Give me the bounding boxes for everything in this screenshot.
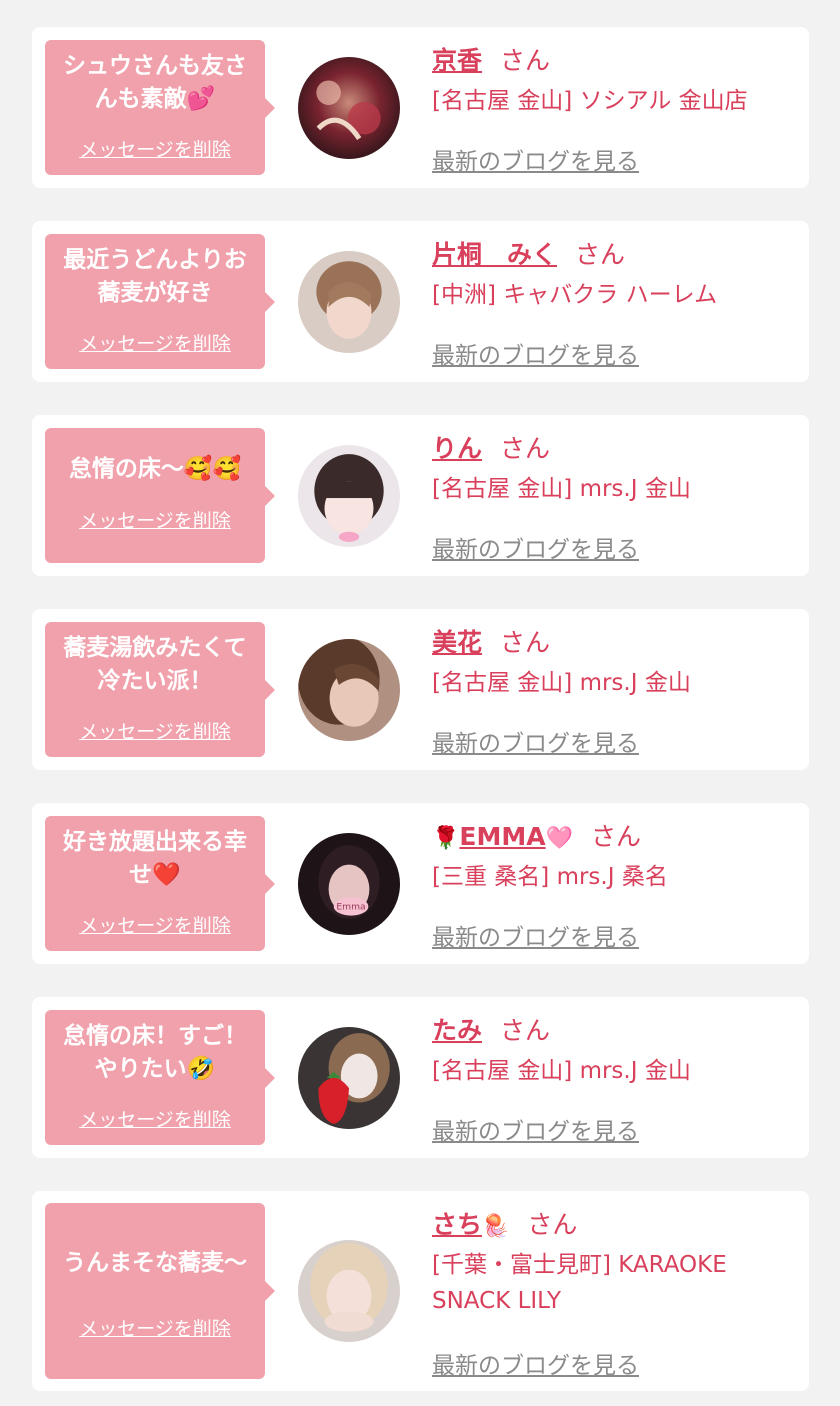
message-card: 怠惰の床！すご！やりたい🤣 メッセージを削除 たみ さん [名古屋 金山] mrs… xyxy=(32,997,809,1158)
latest-blog-link[interactable]: 最新のブログを見る xyxy=(432,724,639,758)
delete-message-link[interactable]: メッセージを削除 xyxy=(45,506,265,533)
message-card: シュウさんも友さんも素敵💕 メッセージを削除 京香 さん [名古屋 金山] ソシア… xyxy=(32,27,809,188)
latest-blog-link[interactable]: 最新のブログを見る xyxy=(432,336,639,370)
delete-message-link[interactable]: メッセージを削除 xyxy=(45,717,265,744)
cast-name: 片桐 みく xyxy=(432,240,558,269)
cast-name-link[interactable]: 美花 xyxy=(432,628,482,657)
latest-blog-link[interactable]: 最新のブログを見る xyxy=(432,530,639,564)
message-text: シュウさんも友さんも素敵💕 xyxy=(63,53,247,112)
message-card: 蕎麦湯飲みたくて冷たい派！ メッセージを削除 美花 さん [名古屋 金山] mrs… xyxy=(32,609,809,770)
message-bubble: 怠惰の床！すご！やりたい🤣 メッセージを削除 xyxy=(45,1010,275,1145)
honorific: さん xyxy=(500,46,551,75)
avatar-caption: Emma xyxy=(336,902,365,913)
shop-name: [千葉・富士見町] KARAOKE SNACK LILY xyxy=(432,1252,727,1314)
message-text: 怠惰の床〜🥰🥰 xyxy=(68,456,242,482)
latest-blog-link[interactable]: 最新のブログを見る xyxy=(432,1346,639,1380)
message-bubble: うんまそな蕎麦〜 メッセージを削除 xyxy=(45,1203,275,1379)
avatar[interactable] xyxy=(298,639,400,741)
shop-name: [三重 桑名] mrs.J 桑名 xyxy=(432,864,668,890)
message-card: 最近うどんよりお蕎麦が好き メッセージを削除 片桐 みく さん [中洲] キャバク… xyxy=(32,221,809,382)
pink-heart-icon: 🩷 xyxy=(545,826,573,851)
cast-name-link[interactable]: 京香 xyxy=(432,46,482,75)
message-bubble: 蕎麦湯飲みたくて冷たい派！ メッセージを削除 xyxy=(45,622,275,757)
latest-blog-link[interactable]: 最新のブログを見る xyxy=(432,918,639,952)
message-bubble: 最近うどんよりお蕎麦が好き メッセージを削除 xyxy=(45,234,275,369)
delete-message-link[interactable]: メッセージを削除 xyxy=(45,135,265,162)
avatar[interactable] xyxy=(298,1027,400,1129)
honorific: さん xyxy=(500,1016,551,1045)
jellyfish-icon: 🪼 xyxy=(482,1214,510,1239)
cast-name-link[interactable]: 片桐 みく xyxy=(432,240,557,269)
cast-name: たみ xyxy=(432,1016,483,1045)
shop-name: [中洲] キャバクラ ハーレム xyxy=(432,282,718,308)
cast-name: さち xyxy=(432,1210,483,1239)
delete-message-link[interactable]: メッセージを削除 xyxy=(45,1314,265,1341)
honorific: さん xyxy=(591,822,642,851)
avatar[interactable] xyxy=(298,251,400,353)
delete-message-link[interactable]: メッセージを削除 xyxy=(45,1105,265,1132)
message-bubble: 好き放題出来る幸せ❤️ メッセージを削除 xyxy=(45,816,275,951)
message-text: 怠惰の床！すご！やりたい🤣 xyxy=(63,1023,247,1082)
message-list: シュウさんも友さんも素敵💕 メッセージを削除 京香 さん [名古屋 金山] ソシア… xyxy=(0,0,840,1406)
shop-name: [名古屋 金山] mrs.J 金山 xyxy=(432,670,691,696)
message-bubble: 怠惰の床〜🥰🥰 メッセージを削除 xyxy=(45,428,275,563)
cast-name: EMMA xyxy=(459,822,546,851)
delete-message-link[interactable]: メッセージを削除 xyxy=(45,329,265,356)
avatar[interactable]: Emma xyxy=(298,833,400,935)
honorific: さん xyxy=(575,240,626,269)
message-text: 最近うどんよりお蕎麦が好き xyxy=(63,247,247,306)
latest-blog-link[interactable]: 最新のブログを見る xyxy=(432,142,639,176)
shop-name: [名古屋 金山] ソシアル 金山店 xyxy=(432,88,748,114)
avatar[interactable] xyxy=(298,57,400,159)
message-text: うんまそな蕎麦〜 xyxy=(63,1250,247,1276)
avatar[interactable] xyxy=(298,1240,400,1342)
cast-name-link[interactable]: 🌹EMMA🩷 xyxy=(432,822,573,851)
shop-name: [名古屋 金山] mrs.J 金山 xyxy=(432,1058,691,1084)
message-card: うんまそな蕎麦〜 メッセージを削除 さち🪼 さん [千葉・富士見町] KARAOK… xyxy=(32,1191,809,1391)
honorific: さん xyxy=(527,1210,578,1239)
latest-blog-link[interactable]: 最新のブログを見る xyxy=(432,1112,639,1146)
message-text: 好き放題出来る幸せ❤️ xyxy=(63,829,247,888)
cast-name: りん xyxy=(432,434,483,463)
cast-name-link[interactable]: たみ xyxy=(432,1016,482,1045)
honorific: さん xyxy=(500,628,551,657)
shop-name: [名古屋 金山] mrs.J 金山 xyxy=(432,476,691,502)
message-card: 好き放題出来る幸せ❤️ メッセージを削除 Emma 🌹EMMA🩷 さん [三重 桑… xyxy=(32,803,809,964)
cast-name: 美花 xyxy=(432,628,483,657)
rose-icon: 🌹 xyxy=(432,826,460,851)
message-card: 怠惰の床〜🥰🥰 メッセージを削除 りん さん [名古屋 金山] mrs.J 金山 … xyxy=(32,415,809,576)
message-bubble: シュウさんも友さんも素敵💕 メッセージを削除 xyxy=(45,40,275,175)
cast-name-link[interactable]: りん xyxy=(432,434,482,463)
delete-message-link[interactable]: メッセージを削除 xyxy=(45,911,265,938)
cast-name-link[interactable]: さち🪼 xyxy=(432,1210,509,1239)
cast-name: 京香 xyxy=(432,46,483,75)
message-text: 蕎麦湯飲みたくて冷たい派！ xyxy=(63,635,247,694)
avatar[interactable] xyxy=(298,445,400,547)
honorific: さん xyxy=(500,434,551,463)
